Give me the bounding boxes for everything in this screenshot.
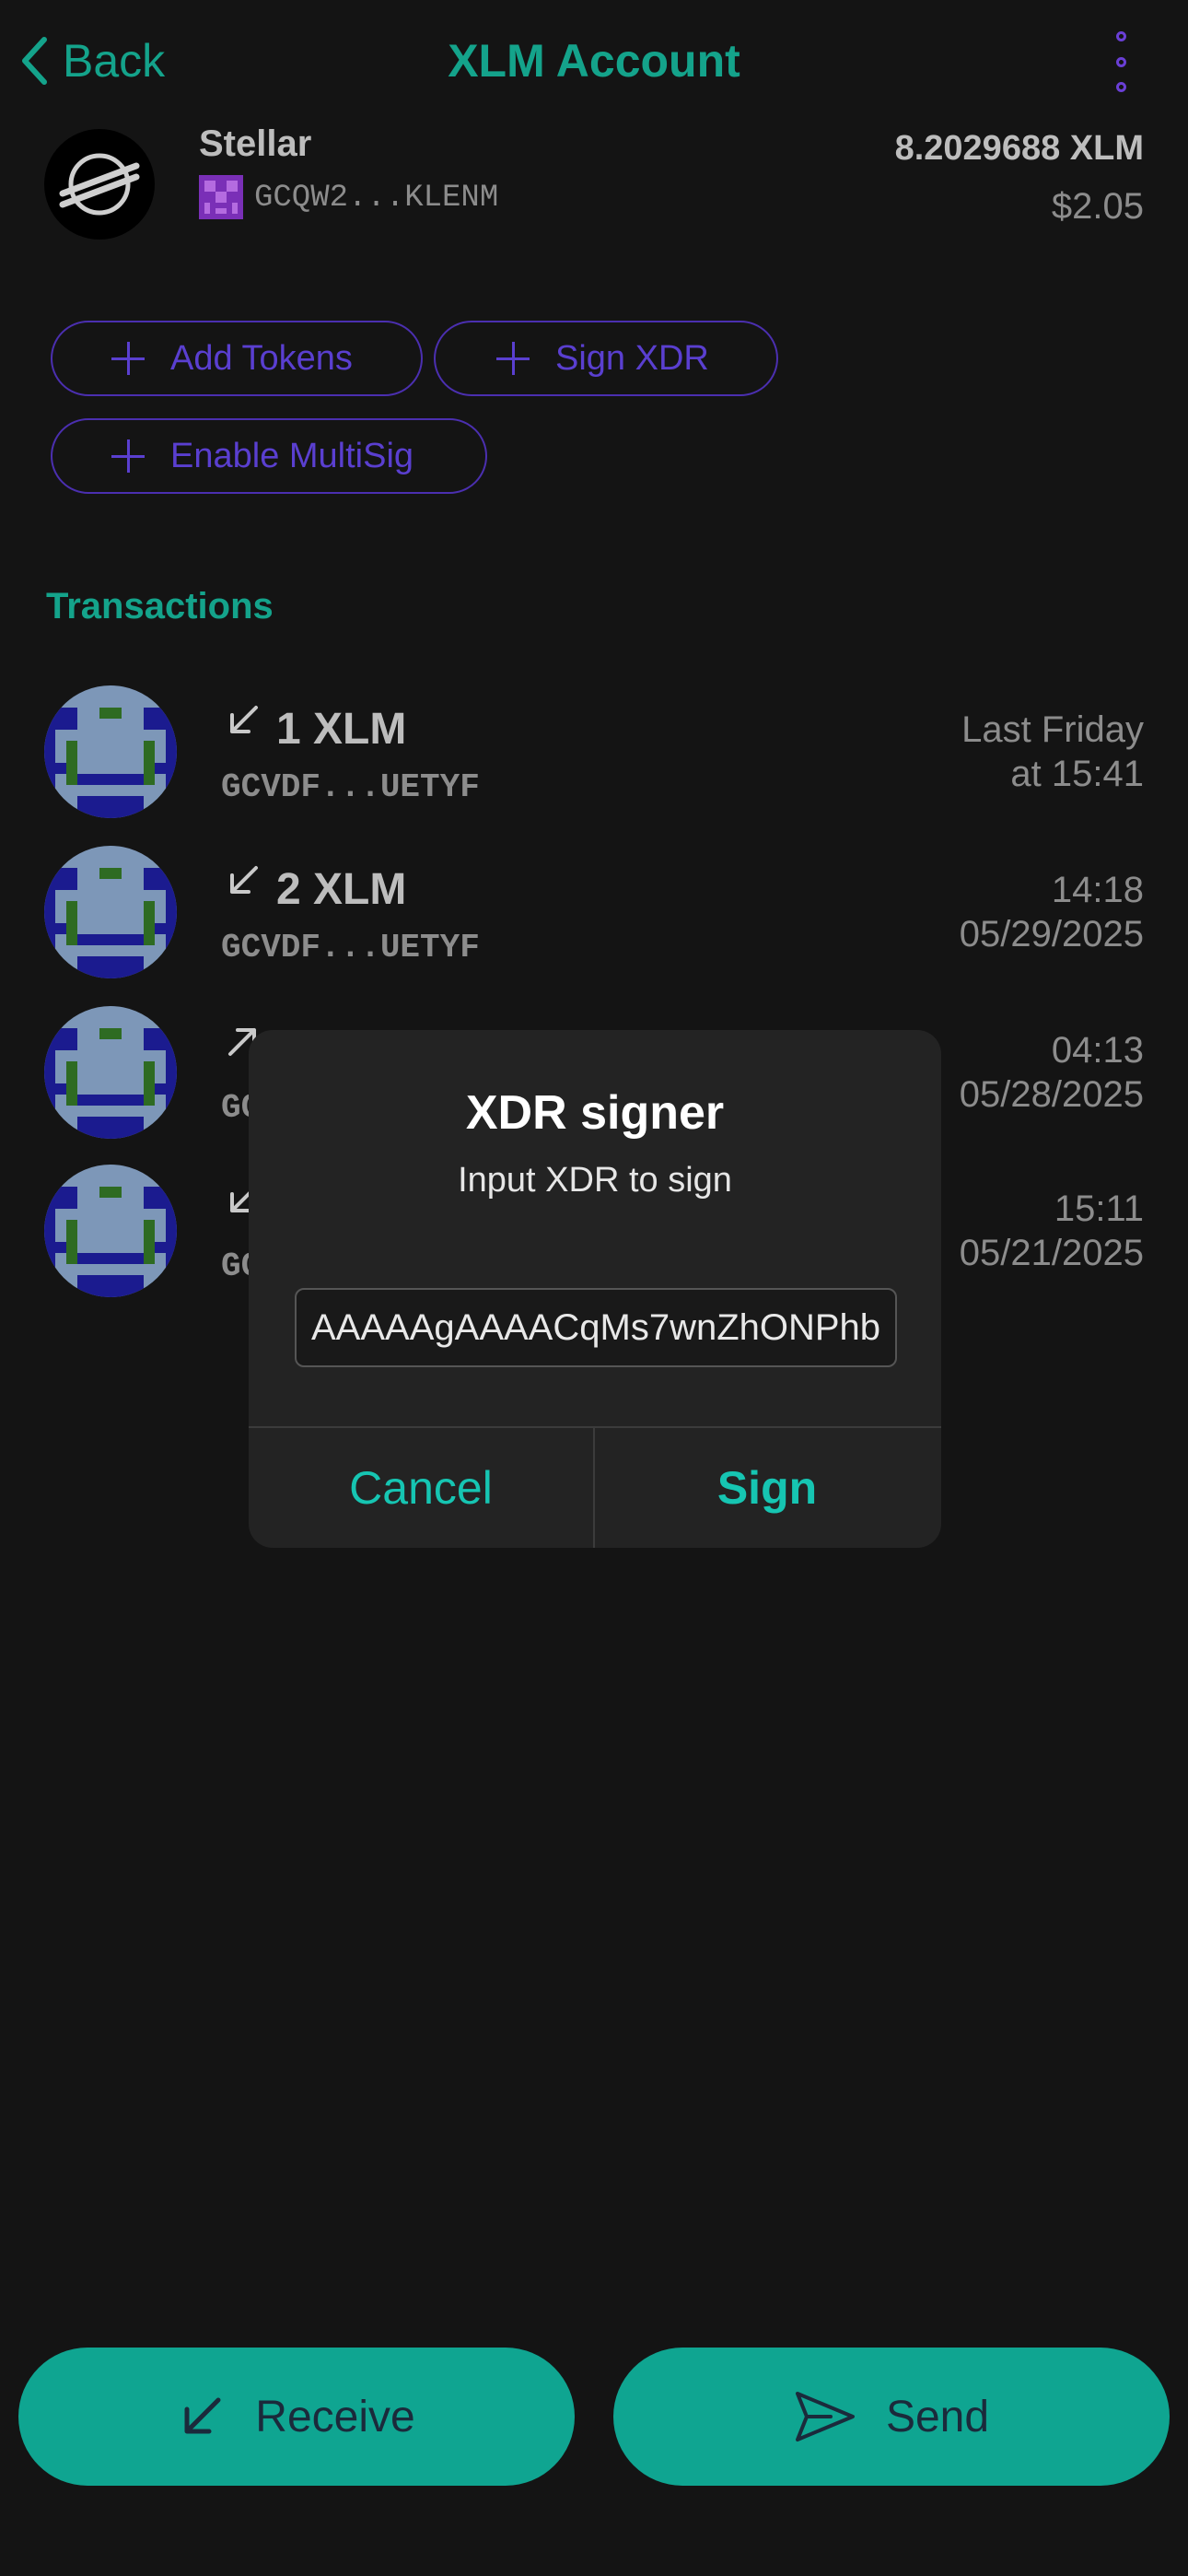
- send-button[interactable]: Send: [613, 2348, 1170, 2486]
- more-options-icon[interactable]: [1101, 31, 1141, 92]
- transaction-time-line2: 05/29/2025: [959, 914, 1144, 954]
- transaction-time: Last Friday at 15:41: [961, 708, 1144, 796]
- transaction-row[interactable]: 2 XLM GCVDF...UETYF 14:18 05/29/2025: [0, 846, 1188, 993]
- sign-xdr-button[interactable]: Sign XDR: [434, 321, 778, 396]
- enable-multisig-button[interactable]: Enable MultiSig: [51, 418, 487, 494]
- send-icon: [795, 2392, 855, 2441]
- transaction-address: GCVDF...UETYF: [221, 929, 480, 966]
- xdr-signer-dialog: XDR signer Input XDR to sign Cancel Sign: [249, 1030, 941, 1548]
- incoming-arrow-icon: [230, 706, 258, 733]
- dialog-title: XDR signer: [465, 1086, 725, 1140]
- cancel-button[interactable]: Cancel: [249, 1428, 593, 1548]
- transaction-amount: 2 XLM: [276, 865, 407, 914]
- stellar-logo-icon: [44, 129, 155, 240]
- incoming-arrow-icon: [230, 866, 258, 894]
- transaction-time-line1: 15:11: [1054, 1188, 1144, 1229]
- enable-multisig-label: Enable MultiSig: [170, 436, 414, 475]
- sender-identicon-icon: [44, 685, 177, 818]
- transaction-time-line2: at 15:41: [1010, 754, 1144, 794]
- transaction-time-line2: 05/28/2025: [959, 1074, 1144, 1115]
- page-title: XLM Account: [448, 35, 740, 87]
- transaction-time-line1: Last Friday: [961, 709, 1144, 750]
- sender-identicon-icon: [44, 1165, 177, 1297]
- account-balance: 8.2029688 XLM: [894, 129, 1144, 168]
- transaction-row[interactable]: 1 XLM GCVDF...UETYF Last Friday at 15:41: [0, 685, 1188, 833]
- account-identicon-icon: [199, 175, 243, 219]
- transaction-address: GCVDF...UETYF: [221, 768, 480, 806]
- transactions-heading: Transactions: [46, 586, 274, 626]
- transaction-time: 04:13 05/28/2025: [960, 1028, 1144, 1117]
- receive-button[interactable]: Receive: [18, 2348, 575, 2486]
- account-fiat-value: $2.05: [1051, 186, 1144, 227]
- add-tokens-button[interactable]: Add Tokens: [51, 321, 423, 396]
- transaction-time: 14:18 05/29/2025: [960, 868, 1144, 956]
- sender-identicon-icon: [44, 846, 177, 978]
- add-tokens-label: Add Tokens: [170, 338, 353, 378]
- plus-icon: [495, 340, 531, 377]
- transaction-time-line1: 04:13: [1051, 1030, 1144, 1071]
- sender-identicon-icon: [44, 1006, 177, 1139]
- sign-button[interactable]: Sign: [595, 1428, 939, 1548]
- transaction-amount: 1 XLM: [276, 705, 407, 754]
- account-address[interactable]: GCQW2...KLENM: [254, 181, 498, 216]
- dialog-subtitle: Input XDR to sign: [458, 1161, 732, 1200]
- receive-arrow-icon: [184, 2397, 221, 2434]
- transaction-time-line2: 05/21/2025: [959, 1233, 1144, 1273]
- send-label: Send: [885, 2392, 990, 2441]
- transaction-time: 15:11 05/21/2025: [960, 1187, 1144, 1275]
- plus-icon: [110, 340, 146, 377]
- receive-label: Receive: [255, 2392, 415, 2441]
- transaction-time-line1: 14:18: [1051, 870, 1144, 910]
- plus-icon: [110, 438, 146, 474]
- account-name: Stellar: [199, 123, 312, 164]
- sign-xdr-label: Sign XDR: [555, 338, 709, 378]
- xdr-input[interactable]: [295, 1288, 897, 1367]
